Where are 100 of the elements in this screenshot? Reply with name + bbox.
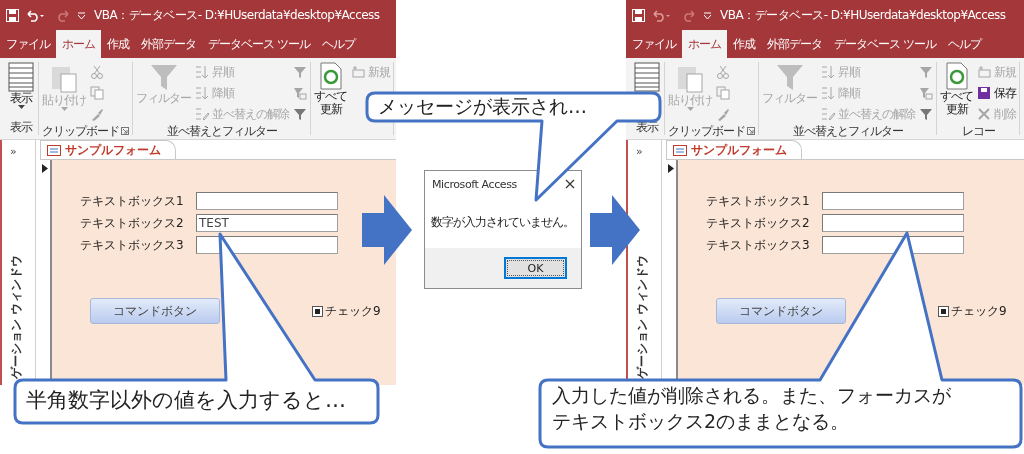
window-title: VBA：データベース- D:¥HUserdata¥desktop¥Access [94, 6, 380, 24]
save-button[interactable]: 保存 [977, 84, 1016, 102]
customize-icon [703, 10, 712, 20]
field-label: テキストボックス1 [706, 192, 811, 210]
expand-button[interactable]: » [10, 145, 17, 158]
form-tab-label: サンプルフォーム [691, 141, 787, 159]
close-icon[interactable] [565, 179, 575, 189]
ribbon-tab[interactable]: データベース ツール [828, 30, 942, 58]
form-icon [673, 144, 687, 156]
new-record-icon [351, 65, 365, 79]
sort-ascending-icon [821, 65, 835, 79]
field-label: テキストボックス2 [80, 214, 185, 232]
view-button[interactable]: 表示 [7, 62, 35, 111]
save-icon [632, 8, 645, 22]
callout-text: 入力した値が削除される。また、フォーカスが テキストボックス2のままとなる。 [552, 383, 951, 434]
table-icon [7, 62, 35, 92]
text-field[interactable] [822, 236, 964, 254]
eraser-icon [821, 107, 835, 121]
form-icon [47, 144, 61, 156]
funnel-icon [293, 86, 307, 100]
window-title: VBA：データベース- D:¥HUserdata¥desktop¥Access [720, 6, 1006, 24]
copy-icon [716, 86, 730, 100]
funnel-icon [919, 86, 933, 100]
refresh-all-button[interactable]: すべて 更新 [940, 62, 973, 117]
field-label: テキストボックス3 [80, 236, 185, 254]
funnel-icon [919, 107, 933, 121]
ribbon-tab[interactable]: ヘルプ [941, 30, 987, 58]
group-label: 表示 [636, 118, 658, 136]
text-field[interactable] [196, 236, 338, 254]
group-label: レコー [961, 122, 995, 140]
scissors-icon [716, 65, 730, 79]
field-label: テキストボックス2 [706, 214, 811, 232]
eraser-icon [195, 107, 209, 121]
dialog-message: 数字が入力されていません。 [431, 214, 574, 231]
checkbox[interactable] [312, 305, 323, 317]
checkbox-label: チェック9 [325, 302, 381, 320]
refresh-all-button[interactable]: すべて 更新 [314, 62, 347, 117]
undo-icon[interactable] [25, 8, 45, 22]
caret-icon [60, 107, 68, 113]
group-label: 表示 [10, 118, 32, 136]
group-label: クリップボード [42, 122, 119, 140]
group-label: 並べ替えとフィルター [166, 122, 277, 140]
navigation-pane-label: ゲーション ウィンドウ [7, 254, 24, 379]
text-field[interactable] [822, 214, 964, 232]
dialog-title: Microsoft Access [432, 177, 517, 191]
form-tab[interactable]: サンプルフォーム [666, 140, 802, 159]
ok-button[interactable]: OK [504, 257, 567, 279]
form-tab-label: サンプルフォーム [65, 141, 161, 159]
checkbox[interactable] [938, 305, 949, 317]
navigation-pane-label: ゲーション ウィンドウ [633, 254, 650, 379]
play-icon [668, 164, 674, 173]
group-label: 並べ替えとフィルター [792, 122, 903, 140]
right-arrow [362, 195, 412, 265]
funnel-icon [293, 107, 307, 121]
brush-icon [90, 107, 104, 121]
ribbon-tab[interactable]: データベース ツール [202, 30, 316, 58]
checkbox-label: チェック9 [951, 302, 1007, 320]
dialog-launcher-icon [121, 127, 129, 135]
refresh-icon [943, 62, 970, 90]
command-button[interactable]: コマンドボタン [90, 298, 220, 324]
funnel-icon [148, 62, 179, 92]
ribbon-tab[interactable]: 作成 [101, 30, 135, 58]
funnel-icon [293, 65, 307, 79]
delete-icon [977, 107, 991, 121]
ribbon-tab[interactable]: ファイル [626, 30, 682, 58]
ribbon-tab[interactable]: 外部データ [135, 30, 202, 58]
callout-text: 半角数字以外の値を入力すると… [26, 387, 346, 414]
text-field[interactable] [822, 192, 964, 210]
refresh-icon [317, 62, 344, 90]
ribbon-tab[interactable]: ヘルプ [315, 30, 361, 58]
group-label: クリップボード [668, 122, 745, 140]
expand-button[interactable]: » [636, 145, 643, 158]
text-field[interactable]: TEST [196, 214, 338, 232]
sort-descending-icon [821, 86, 835, 100]
caret-icon [17, 105, 25, 111]
ribbon-tab[interactable]: ファイル [0, 30, 56, 58]
new-record-icon [977, 65, 991, 79]
ribbon-tab[interactable]: 外部データ [761, 30, 828, 58]
ribbon-tab[interactable]: 作成 [727, 30, 761, 58]
ribbon-tab[interactable]: ホーム [682, 30, 727, 58]
save-icon [6, 8, 19, 22]
ribbon-tab[interactable]: ホーム [56, 30, 101, 58]
form-tab[interactable]: サンプルフォーム [40, 140, 176, 159]
field-label: テキストボックス1 [80, 192, 185, 210]
play-icon [42, 164, 48, 173]
brush-icon [716, 107, 730, 121]
funnel-icon [774, 62, 805, 92]
field-label: テキストボックス3 [706, 236, 811, 254]
sort-ascending-icon [195, 65, 209, 79]
dialog-launcher-icon [747, 127, 755, 135]
save-icon [977, 86, 991, 100]
scissors-icon [90, 65, 104, 79]
caret-icon [686, 107, 694, 113]
table-icon [633, 62, 661, 92]
text-field[interactable] [196, 192, 338, 210]
command-button[interactable]: コマンドボタン [716, 298, 846, 324]
view-button[interactable] [633, 62, 661, 92]
customize-icon [77, 10, 86, 20]
callout-text: メッセージが表示され… [378, 94, 587, 119]
funnel-icon [919, 65, 933, 79]
